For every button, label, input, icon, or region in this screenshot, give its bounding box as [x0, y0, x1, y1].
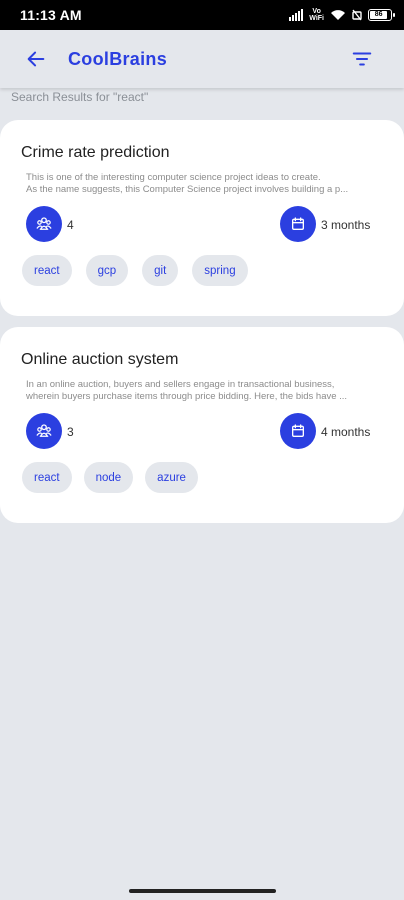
team-size: 3 [67, 425, 74, 439]
battery-icon: 86 [368, 9, 395, 21]
calendar-icon [280, 206, 316, 242]
wifi-icon [331, 10, 345, 20]
project-card[interactable]: Crime rate prediction This is one of the… [0, 120, 404, 316]
project-card[interactable]: Online auction system In an online aucti… [0, 327, 404, 523]
tag-list: react node azure [22, 462, 198, 493]
team-size: 4 [67, 218, 74, 232]
vowifi-icon: Vo WiFi [309, 8, 324, 22]
team-icon [26, 413, 62, 449]
tag-chip[interactable]: spring [192, 255, 248, 286]
tag-list: react gcp git spring [22, 255, 248, 286]
project-title: Online auction system [21, 351, 179, 368]
battery-level: 86 [370, 11, 388, 19]
back-button[interactable] [16, 39, 56, 79]
project-description: This is one of the interesting computer … [26, 172, 349, 195]
tag-chip[interactable]: azure [145, 462, 198, 493]
search-results-label: Search Results for "react" [11, 90, 149, 104]
tag-chip[interactable]: git [142, 255, 179, 286]
app-bar: CoolBrains [0, 30, 404, 88]
status-time: 11:13 AM [20, 7, 82, 23]
arrow-left-icon [27, 51, 45, 67]
filter-list-icon [352, 52, 372, 66]
signal-icon [289, 9, 304, 21]
tag-chip[interactable]: gcp [85, 255, 129, 286]
team-icon [26, 206, 62, 242]
tag-chip[interactable]: react [22, 255, 72, 286]
project-duration: 3 months [321, 218, 371, 232]
status-bar: 11:13 AM Vo WiFi 86 [0, 0, 404, 30]
mute-icon [352, 9, 362, 21]
home-indicator[interactable] [129, 889, 276, 893]
project-duration: 4 months [321, 425, 371, 439]
project-description: In an online auction, buyers and sellers… [26, 379, 348, 402]
status-icons: Vo WiFi 86 [289, 8, 395, 22]
filter-button[interactable] [342, 39, 382, 79]
tag-chip[interactable]: node [83, 462, 134, 493]
project-title: Crime rate prediction [21, 144, 170, 161]
app-title: CoolBrains [68, 48, 168, 69]
calendar-icon [280, 413, 316, 449]
tag-chip[interactable]: react [22, 462, 72, 493]
